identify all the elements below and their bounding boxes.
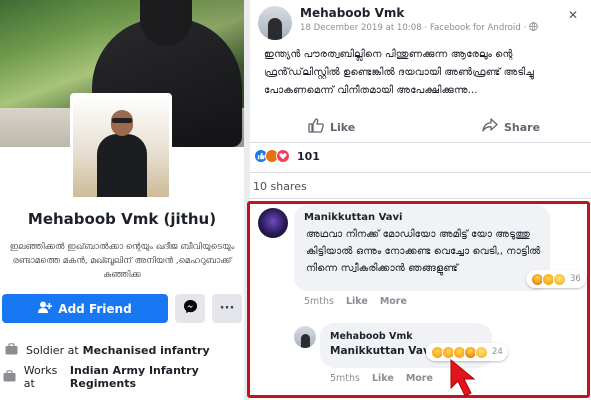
- share-label: Share: [504, 120, 541, 134]
- post-reactions-summary[interactable]: 101: [254, 149, 320, 163]
- profile-avatar[interactable]: [70, 93, 172, 200]
- avatar-sunglasses: [112, 118, 132, 123]
- briefcase-icon: [2, 369, 18, 385]
- post-author-name[interactable]: Mehaboob Vmk: [300, 6, 404, 20]
- work-info-row: Soldier at Mechanised infantry: [0, 339, 244, 361]
- shares-count[interactable]: 10 shares: [253, 180, 307, 193]
- work-info-place[interactable]: Mechanised infantry: [83, 344, 210, 357]
- post-text: ഇന്ത്യൻ പൗരത്വബില്ലിനെ പിന്തുണക്കുന്ന ആര…: [264, 49, 534, 96]
- like-label: Like: [330, 121, 356, 134]
- profile-name: Mehaboob Vmk (jithu): [27, 210, 217, 228]
- profile-more-button[interactable]: ···: [212, 294, 242, 323]
- reaction-count: 101: [297, 149, 320, 163]
- divider: [250, 142, 591, 143]
- close-icon[interactable]: ✕: [568, 8, 578, 22]
- post-meta: 18 December 2019 at 10:08 · Facebook for…: [300, 22, 538, 33]
- divider: [250, 198, 591, 199]
- globe-icon: [529, 22, 538, 33]
- work-info-prefix: Works at: [23, 364, 58, 390]
- divider: [250, 172, 591, 173]
- highlight-frame: [247, 201, 590, 398]
- post-author-avatar[interactable]: [258, 6, 292, 40]
- work-info-place[interactable]: Indian Army Infantry Regiments: [70, 364, 244, 390]
- like-button[interactable]: Like: [308, 118, 355, 137]
- profile-bio: ഇലഞ്ഞിക്കൽ ഇഖ്‌ബാൽക്കാ ന്റെയും ഖദീജ ബീവി…: [9, 242, 235, 280]
- work-info-row: Works at Indian Army Infantry Regiments: [0, 364, 244, 390]
- share-arrow-icon: [482, 118, 498, 136]
- post-action-bar: Like Share: [250, 118, 591, 138]
- add-friend-label: Add Friend: [58, 301, 132, 316]
- post-panel: Mehaboob Vmk 18 December 2019 at 10:08 ·…: [247, 0, 591, 400]
- profile-actions: Add Friend ···: [0, 294, 244, 324]
- add-friend-icon: [38, 301, 53, 316]
- screenshot-collage: Mehaboob Vmk (jithu) ഇലഞ്ഞിക്കൽ ഇഖ്‌ബാൽക…: [0, 0, 591, 400]
- add-friend-button[interactable]: Add Friend: [2, 294, 168, 323]
- messenger-icon: [183, 299, 198, 318]
- profile-panel: Mehaboob Vmk (jithu) ഇലഞ്ഞിക്കൽ ഇഖ്‌ബാൽക…: [0, 0, 244, 400]
- messenger-button[interactable]: [175, 294, 205, 323]
- love-reaction-icon: [276, 149, 290, 163]
- avatar-face: [111, 110, 133, 136]
- post-timestamp: 18 December 2019 at 10:08 · Facebook for…: [300, 23, 529, 33]
- share-button[interactable]: Share: [482, 118, 540, 136]
- briefcase-icon: [2, 342, 20, 358]
- thumbs-up-icon: [308, 118, 324, 137]
- work-info-prefix: Soldier at: [26, 343, 79, 357]
- avatar-body: [97, 134, 147, 197]
